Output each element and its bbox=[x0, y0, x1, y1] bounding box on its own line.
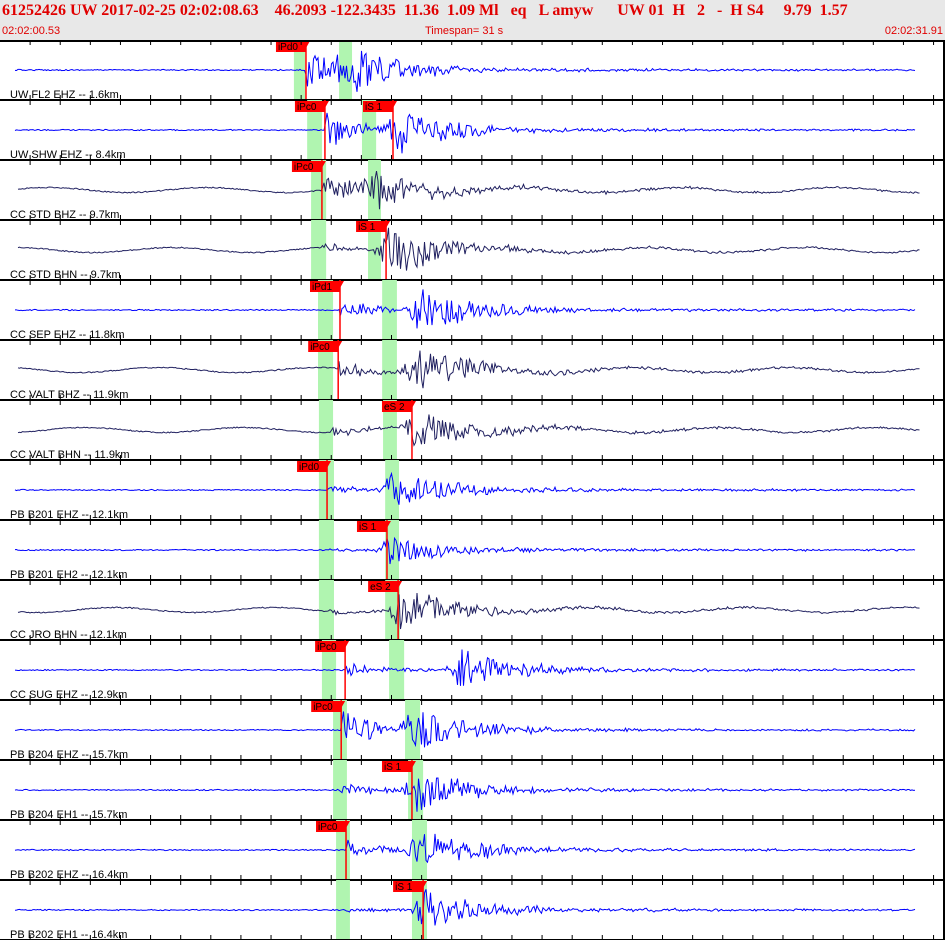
trace-5[interactable]: iPc0CC VALT BHZ -- 11.9km bbox=[10, 340, 920, 401]
trace-4[interactable]: iPd1CC SEP EHZ -- 11.8km bbox=[10, 280, 916, 341]
s-window bbox=[411, 820, 428, 880]
s-window bbox=[405, 700, 421, 760]
pick-label[interactable]: iPc0 bbox=[297, 102, 317, 113]
p-window bbox=[311, 220, 327, 280]
waveform bbox=[17, 350, 920, 389]
seismogram-canvas[interactable]: iPd0UW FL2 EHZ -- 1.6kmiPc0 iS 1UW SHW EH… bbox=[0, 40, 945, 940]
waveform bbox=[15, 289, 916, 329]
waveform bbox=[17, 414, 920, 447]
waveform bbox=[14, 471, 916, 505]
waveform bbox=[17, 171, 920, 210]
pick-label[interactable]: iS 1 bbox=[359, 522, 377, 533]
pick-label[interactable]: iPc0 bbox=[318, 822, 338, 833]
pick-label[interactable]: iPd0 bbox=[278, 42, 298, 53]
trace-12[interactable]: iS 1PB B204 EH1 -- 15.7km bbox=[10, 760, 916, 821]
seismogram-panel[interactable]: iPd0 UW FL2 EHZ -- 1.6km iPc0 iS 1 UW SHW EH… bbox=[0, 40, 945, 940]
trace-8[interactable]: iS 1PB B201 EH2 -- 12.1km bbox=[10, 520, 916, 581]
p-window bbox=[318, 400, 334, 460]
pick-label[interactable]: iPc0 bbox=[317, 642, 337, 653]
event-summary: 61252426 UW 2017-02-25 02:02:08.63 46.20… bbox=[2, 2, 848, 19]
trace-14[interactable]: iS 1 PB B202 EH1 -- 16.4km bbox=[10, 880, 916, 940]
trace-11[interactable]: iPc0PB B204 EHZ -- 15.7km bbox=[10, 700, 916, 761]
pick-label[interactable]: iPc0 bbox=[313, 702, 333, 713]
s-window bbox=[385, 460, 400, 520]
waveform bbox=[14, 833, 916, 864]
waveform bbox=[14, 536, 916, 565]
waveform bbox=[14, 50, 916, 92]
timespan-label: Timespan= 31 s bbox=[425, 25, 504, 37]
waveform bbox=[17, 227, 920, 271]
waveform bbox=[17, 592, 920, 630]
s-window bbox=[382, 280, 397, 340]
trace-9[interactable]: eS 2CC JRO BHN -- 12.1km bbox=[10, 580, 920, 641]
pick-label[interactable]: eS 2 bbox=[384, 402, 405, 413]
pick-label[interactable]: iPc0 bbox=[294, 162, 314, 173]
trace-10[interactable]: iPc0CC SUG EHZ -- 12.9km bbox=[10, 640, 916, 701]
waveform bbox=[14, 112, 916, 154]
station-label: PB B202 EH1 -- 16.4km bbox=[10, 929, 127, 940]
waveform bbox=[14, 711, 916, 748]
event-header: 61252426 UW 2017-02-25 02:02:08.63 46.20… bbox=[0, 0, 945, 40]
pick-label[interactable]: iS 1 bbox=[395, 882, 413, 893]
pick-label[interactable]: iPd1 bbox=[312, 282, 332, 293]
waveform bbox=[14, 777, 916, 812]
waveform bbox=[14, 889, 916, 926]
start-time: 02:02:00.53 bbox=[2, 25, 61, 37]
trace-0[interactable]: iPd0UW FL2 EHZ -- 1.6km bbox=[10, 40, 916, 101]
s-window bbox=[382, 340, 397, 400]
pick-label[interactable]: iPd0 bbox=[299, 462, 319, 473]
waveform bbox=[14, 649, 916, 686]
pick-label[interactable]: eS 2 bbox=[370, 582, 391, 593]
trace-13[interactable]: iPc0PB B202 EHZ -- 16.4km bbox=[10, 820, 916, 881]
pick-label[interactable]: iS 1 bbox=[384, 762, 402, 773]
pick-label[interactable]: iS 1 bbox=[358, 222, 376, 233]
pick-label[interactable]: iPc0 bbox=[310, 342, 330, 353]
trace-1[interactable]: iPc0 iS 1UW SHW EHZ -- 8.4km bbox=[10, 100, 916, 161]
trace-7[interactable]: iPd0PB B201 EHZ -- 12.1km bbox=[10, 460, 916, 521]
end-time: 02:02:31.91 bbox=[884, 25, 943, 37]
trace-6[interactable]: eS 2CC VALT BHN -- 11.9km bbox=[10, 400, 920, 461]
trace-2[interactable]: iPc0CC STD BHZ -- 9.7km bbox=[10, 160, 920, 221]
pick-label[interactable]: iS 1 bbox=[365, 102, 383, 113]
trace-3[interactable]: iS 1CC STD BHN -- 9.7km bbox=[10, 220, 920, 281]
